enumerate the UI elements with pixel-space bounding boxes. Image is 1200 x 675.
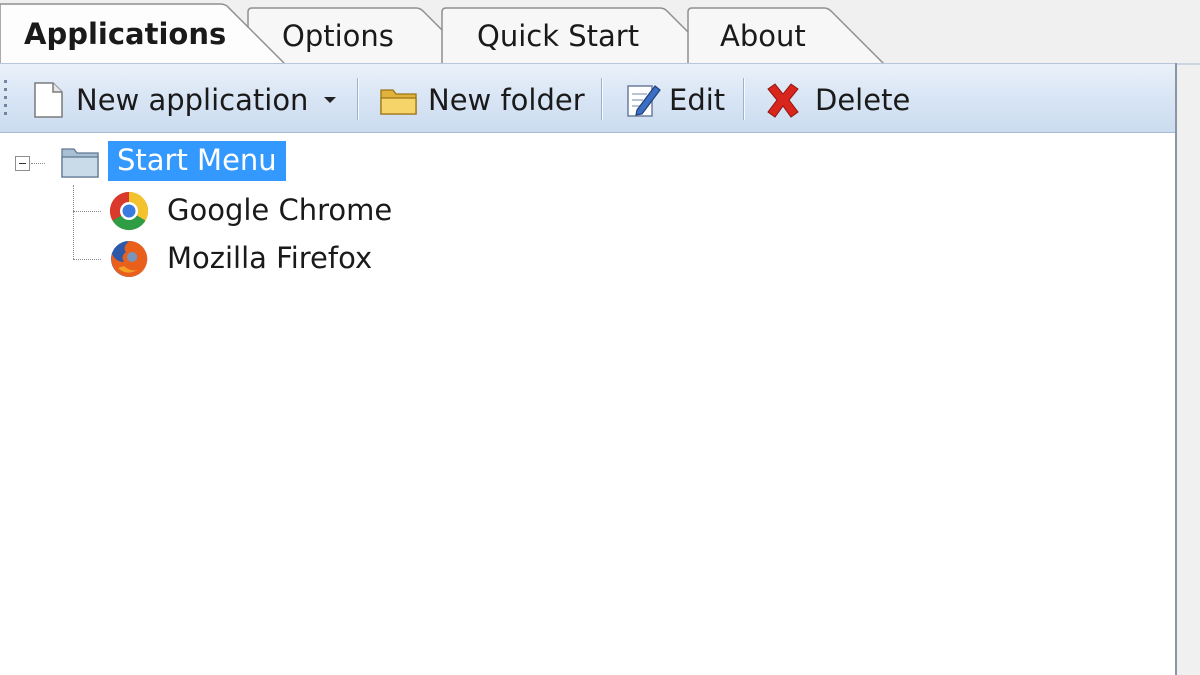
tree-node-start-menu[interactable]: Start Menu <box>60 139 286 183</box>
tab-applications[interactable]: Applications <box>24 16 226 52</box>
new-application-label: New application <box>76 83 309 117</box>
tab-strip: Applications Options Quick Start About <box>0 0 1200 65</box>
tree-connector <box>31 163 45 164</box>
delete-x-icon <box>767 83 799 118</box>
chrome-icon <box>109 191 149 231</box>
collapse-toggle-icon[interactable] <box>15 156 30 171</box>
delete-label: Delete <box>815 83 911 117</box>
edit-label: Edit <box>669 83 726 117</box>
firefox-icon <box>111 240 148 277</box>
toolbar: New application New folder Edit Delete <box>0 63 1175 133</box>
document-icon <box>34 82 63 118</box>
tab-quick-start[interactable]: Quick Start <box>477 18 639 54</box>
delete-button[interactable]: Delete <box>763 78 910 122</box>
folder-icon <box>61 148 99 178</box>
tree-connector <box>73 211 101 212</box>
tree-node-mozilla-firefox[interactable]: Mozilla Firefox <box>108 238 381 280</box>
toolbar-grip[interactable] <box>4 80 8 118</box>
folder-icon <box>380 89 417 115</box>
tree-connector <box>73 185 74 259</box>
tree-connector <box>73 259 101 260</box>
tab-about[interactable]: About <box>720 18 806 54</box>
application-tree[interactable]: Start Menu Google Chrome Mozilla Firefox <box>0 135 1175 675</box>
tree-node-label: Mozilla Firefox <box>167 241 373 275</box>
tree-node-label: Google Chrome <box>167 193 393 227</box>
tab-options[interactable]: Options <box>282 18 394 54</box>
tree-node-label: Start Menu <box>108 141 286 181</box>
chevron-down-icon[interactable] <box>324 97 337 103</box>
toolbar-separator <box>743 78 745 120</box>
new-application-button[interactable]: New application <box>30 78 337 122</box>
toolbar-separator <box>357 78 359 120</box>
new-folder-button[interactable]: New folder <box>378 78 585 122</box>
applications-panel: New application New folder Edit Delete S… <box>0 63 1177 675</box>
toolbar-separator <box>601 78 603 120</box>
tree-node-google-chrome[interactable]: Google Chrome <box>108 190 401 232</box>
edit-button[interactable]: Edit <box>623 78 725 122</box>
new-folder-label: New folder <box>428 83 585 117</box>
edit-pencil-icon <box>627 85 661 117</box>
